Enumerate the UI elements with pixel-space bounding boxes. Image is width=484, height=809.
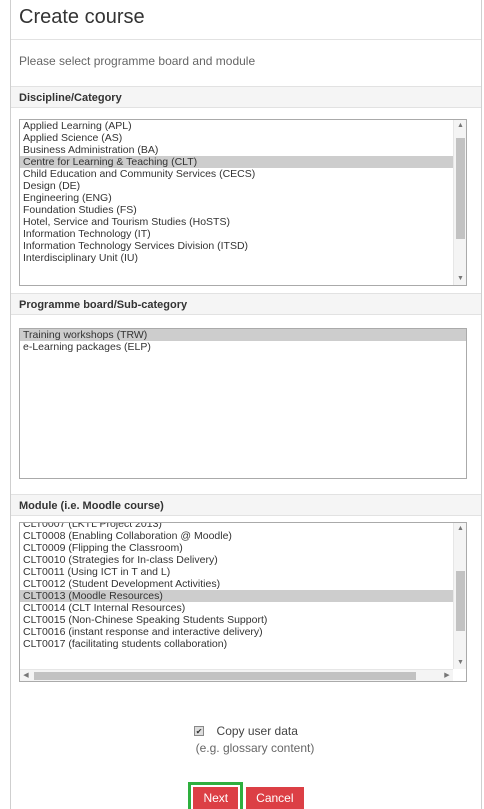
discipline-option[interactable]: Applied Science (AS) <box>20 132 453 144</box>
scroll-right-arrow-icon[interactable]: ▶ <box>441 670 453 681</box>
programme-header: Programme board/Sub-category <box>11 293 481 315</box>
module-listbox[interactable]: CLT0007 (LKTL Project 2013) CLT0008 (Enab… <box>19 522 467 682</box>
module-option[interactable]: CLT0017 (facilitating students collabora… <box>20 638 453 650</box>
copy-user-data-checkbox[interactable]: ✔ <box>194 725 205 736</box>
discipline-option[interactable]: Information Technology (IT) <box>20 228 453 240</box>
discipline-option[interactable]: Foundation Studies (FS) <box>20 204 453 216</box>
module-header: Module (i.e. Moodle course) <box>11 494 481 516</box>
button-row: Next Cancel <box>11 782 481 809</box>
scroll-thumb[interactable] <box>34 672 416 680</box>
discipline-option[interactable]: Information Technology Services Division… <box>20 240 453 252</box>
discipline-header: Discipline/Category <box>11 86 481 108</box>
module-option[interactable]: CLT0009 (Flipping the Classroom) <box>20 542 453 554</box>
cancel-button[interactable]: Cancel <box>246 787 304 809</box>
module-horizontal-scrollbar[interactable]: ◀ ▶ <box>20 669 453 681</box>
programme-options: Training workshops (TRW) e-Learning packa… <box>20 329 466 353</box>
dialog-title: Create course <box>19 6 145 28</box>
create-course-dialog: Create course Please select programme bo… <box>10 0 482 809</box>
next-button-highlight: Next <box>188 782 244 809</box>
next-button[interactable]: Next <box>193 787 239 809</box>
module-option[interactable]: CLT0011 (Using ICT in T and L) <box>20 566 453 578</box>
scroll-down-arrow-icon[interactable]: ▼ <box>454 657 466 669</box>
discipline-option[interactable]: Centre for Learning & Teaching (CLT) <box>20 156 453 168</box>
dialog-subtitle-row: Please select programme board and module <box>11 40 481 86</box>
module-options: CLT0007 (LKTL Project 2013) CLT0008 (Enab… <box>20 523 466 650</box>
dialog-subtitle: Please select programme board and module <box>19 54 256 68</box>
scroll-up-arrow-icon[interactable]: ▲ <box>454 523 466 535</box>
programme-option[interactable]: Training workshops (TRW) <box>20 329 466 341</box>
discipline-option[interactable]: Child Education and Community Services (… <box>20 168 453 180</box>
copy-user-data-hint: (e.g. glossary content) <box>195 741 315 755</box>
module-option[interactable]: CLT0013 (Moodle Resources) <box>20 590 453 602</box>
discipline-listbox[interactable]: Applied Learning (APL) Applied Science (A… <box>19 119 467 286</box>
module-option[interactable]: CLT0015 (Non-Chinese Speaking Students S… <box>20 614 453 626</box>
discipline-option[interactable]: Applied Learning (APL) <box>20 120 453 132</box>
module-option[interactable]: CLT0007 (LKTL Project 2013) <box>20 523 453 530</box>
scroll-thumb[interactable] <box>456 571 465 631</box>
module-option[interactable]: CLT0014 (CLT Internal Resources) <box>20 602 453 614</box>
programme-option[interactable]: e-Learning packages (ELP) <box>20 341 466 353</box>
discipline-option[interactable]: Design (DE) <box>20 180 453 192</box>
copy-user-data-row: ✔ Copy user data <box>11 722 481 740</box>
scroll-up-arrow-icon[interactable]: ▲ <box>454 120 466 132</box>
scroll-thumb[interactable] <box>456 138 465 239</box>
discipline-option[interactable]: Business Administration (BA) <box>20 144 453 156</box>
module-option[interactable]: CLT0008 (Enabling Collaboration @ Moodle… <box>20 530 453 542</box>
discipline-vertical-scrollbar[interactable]: ▲ ▼ <box>453 120 466 285</box>
module-option[interactable]: CLT0016 (instant response and interactiv… <box>20 626 453 638</box>
discipline-option[interactable]: Interdisciplinary Unit (IU) <box>20 252 453 264</box>
discipline-options: Applied Learning (APL) Applied Science (A… <box>20 120 466 264</box>
scroll-left-arrow-icon[interactable]: ◀ <box>20 670 32 681</box>
discipline-option[interactable]: Hotel, Service and Tourism Studies (HoST… <box>20 216 453 228</box>
module-option[interactable]: CLT0010 (Strategies for In-class Deliver… <box>20 554 453 566</box>
module-vertical-scrollbar[interactable]: ▲ ▼ <box>453 523 466 669</box>
copy-user-data-label[interactable]: Copy user data <box>217 724 298 738</box>
programme-listbox[interactable]: Training workshops (TRW) e-Learning packa… <box>19 328 467 479</box>
discipline-option[interactable]: Engineering (ENG) <box>20 192 453 204</box>
module-option[interactable]: CLT0012 (Student Development Activities) <box>20 578 453 590</box>
scroll-down-arrow-icon[interactable]: ▼ <box>454 273 466 285</box>
dialog-title-bar: Create course <box>11 0 481 40</box>
